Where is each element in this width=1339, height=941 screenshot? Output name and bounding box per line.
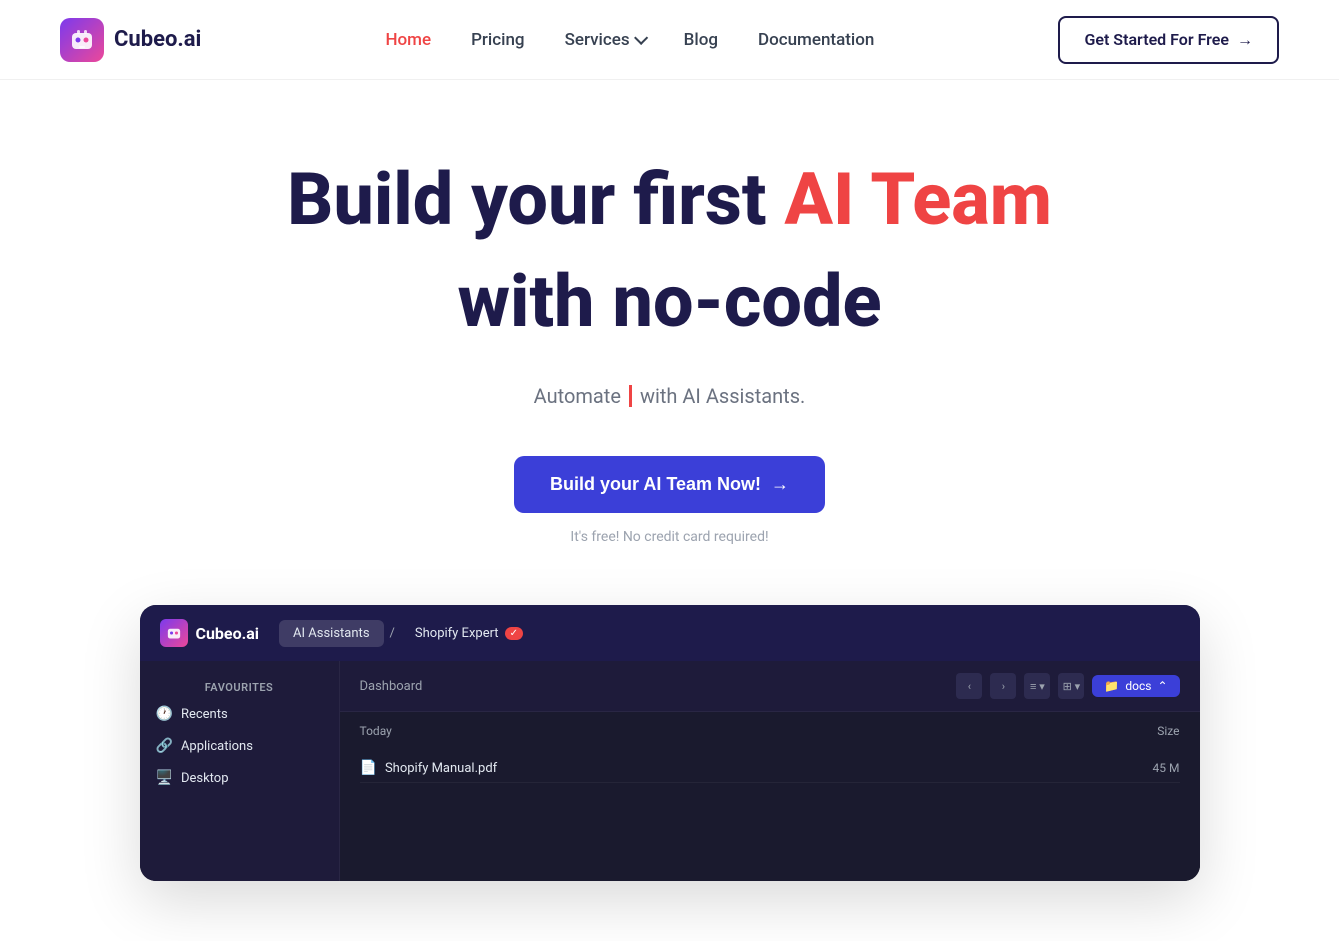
cursor-icon	[629, 385, 632, 407]
nav-pricing[interactable]: Pricing	[471, 30, 525, 50]
docs-folder-icon: 📁	[1104, 679, 1119, 693]
view-grid-button[interactable]: ⊞ ▾	[1058, 673, 1084, 699]
hero-section: Build your first AI Team with no-code Au…	[0, 80, 1339, 941]
hero-cta-arrow-icon: →	[771, 474, 789, 495]
size-label: Size	[1157, 724, 1179, 738]
screenshot-tabs: AI Assistants / Shopify Expert ✓	[279, 620, 537, 647]
hero-title: Build your first AI Team	[287, 160, 1052, 239]
screenshot-sidebar: Favourites 🕐 Recents 🔗 Applications 🖥️ D…	[140, 661, 340, 881]
hero-tagline-before: Automate	[534, 384, 621, 408]
desktop-icon: 🖥️	[156, 770, 173, 786]
hero-cta-button[interactable]: Build your AI Team Now! →	[514, 456, 825, 513]
file-name: 📄 Shopify Manual.pdf	[360, 760, 498, 776]
recents-icon: 🕐	[156, 706, 173, 722]
screenshot-sidebar-applications[interactable]: 🔗 Applications	[140, 730, 339, 762]
screenshot-main: Dashboard ‹ › ≡ ▾ ⊞ ▾ 📁 docs ⌃	[340, 661, 1200, 881]
screenshot-tab-ai-assistants[interactable]: AI Assistants	[279, 620, 383, 647]
date-label: Today	[360, 724, 392, 738]
screenshot-header: Cubeo.ai AI Assistants / Shopify Expert …	[140, 605, 1200, 661]
screenshot-tab-badge: ✓	[505, 627, 523, 640]
screenshot-logo: Cubeo.ai	[160, 619, 260, 647]
nav-cta-arrow-icon: →	[1237, 30, 1253, 50]
file-header: Today Size	[360, 724, 1180, 746]
nav-services[interactable]: Services	[565, 30, 644, 50]
nav-forward-button[interactable]: ›	[990, 673, 1016, 699]
screenshot-sidebar-desktop[interactable]: 🖥️ Desktop	[140, 762, 339, 794]
screenshot-logo-icon	[160, 619, 188, 647]
nav-links: Home Pricing Services Blog Documentation	[385, 30, 874, 50]
file-size: 45 M	[1153, 761, 1180, 775]
sidebar-applications-label: Applications	[181, 739, 253, 754]
logo-link[interactable]: Cubeo.ai	[60, 18, 201, 62]
file-name-text: Shopify Manual.pdf	[385, 761, 497, 776]
hero-title-part1: Build your first	[287, 157, 766, 242]
navbar: Cubeo.ai Home Pricing Services Blog Docu…	[0, 0, 1339, 80]
screenshot-sidebar-section: Favourites	[140, 677, 339, 698]
hero-tagline: Automate with AI Assistants.	[534, 384, 806, 408]
view-list-button[interactable]: ≡ ▾	[1024, 673, 1050, 699]
nav-cta-label: Get Started For Free	[1084, 30, 1229, 49]
sidebar-recents-label: Recents	[181, 707, 228, 722]
sidebar-desktop-label: Desktop	[181, 771, 229, 786]
screenshot-tab-shopify[interactable]: Shopify Expert ✓	[401, 620, 537, 647]
hero-cta-label: Build your AI Team Now!	[550, 474, 761, 495]
screenshot-file-row[interactable]: 📄 Shopify Manual.pdf 45 M	[360, 754, 1180, 783]
screenshot-file-area: Today Size 📄 Shopify Manual.pdf 45 M	[340, 712, 1200, 795]
screenshot-logo-text: Cubeo.ai	[196, 624, 260, 643]
screenshot-sidebar-recents[interactable]: 🕐 Recents	[140, 698, 339, 730]
hero-subtitle: with no-code	[457, 259, 881, 344]
hero-title-highlight: AI Team	[784, 157, 1052, 242]
screenshot-body: Favourites 🕐 Recents 🔗 Applications 🖥️ D…	[140, 661, 1200, 881]
services-chevron-icon	[634, 30, 648, 44]
docs-badge-arrow-icon: ⌃	[1157, 679, 1167, 693]
logo-icon	[60, 18, 104, 62]
screenshot-dashboard-label: Dashboard	[360, 679, 423, 694]
docs-badge-label: docs	[1125, 679, 1151, 693]
nav-blog[interactable]: Blog	[684, 30, 718, 50]
applications-icon: 🔗	[156, 738, 173, 754]
docs-badge: 📁 docs ⌃	[1092, 675, 1179, 697]
nav-cta-button[interactable]: Get Started For Free →	[1058, 16, 1279, 64]
hero-tagline-after: with AI Assistants.	[640, 384, 805, 408]
hero-free-note: It's free! No credit card required!	[570, 529, 768, 545]
nav-back-button[interactable]: ‹	[956, 673, 982, 699]
logo-text: Cubeo.ai	[114, 27, 201, 52]
screenshot-main-header: Dashboard ‹ › ≡ ▾ ⊞ ▾ 📁 docs ⌃	[340, 661, 1200, 712]
pdf-icon: 📄	[360, 760, 377, 776]
screenshot-controls: ‹ › ≡ ▾ ⊞ ▾ 📁 docs ⌃	[956, 673, 1179, 699]
screenshot-preview: Cubeo.ai AI Assistants / Shopify Expert …	[140, 605, 1200, 881]
screenshot-tab-divider: /	[390, 626, 395, 641]
nav-home[interactable]: Home	[385, 30, 431, 50]
nav-documentation[interactable]: Documentation	[758, 30, 874, 50]
